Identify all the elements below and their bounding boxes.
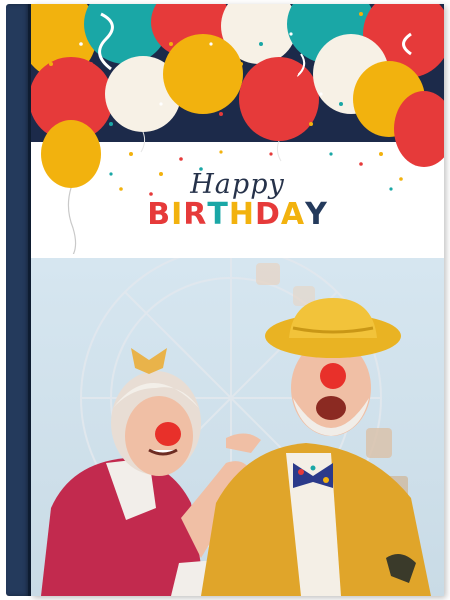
book-spine [6, 4, 30, 596]
birthday-letter: T [207, 197, 229, 232]
couple-photo [31, 258, 444, 596]
book-cover[interactable]: Happy BIRTHDAY [31, 4, 444, 596]
birthday-letter: R [183, 197, 208, 232]
birthday-letter: D [254, 197, 281, 232]
birthday-letter: A [280, 197, 306, 232]
photo-book: Happy BIRTHDAY [0, 0, 450, 600]
birthday-letter: B [147, 197, 172, 232]
card-title-birthday: BIRTHDAY [31, 197, 444, 232]
birthday-letter: H [228, 197, 255, 232]
birthday-letter: Y [305, 197, 328, 232]
card-title-happy: Happy [190, 169, 285, 200]
birthday-letter: I [171, 197, 184, 232]
